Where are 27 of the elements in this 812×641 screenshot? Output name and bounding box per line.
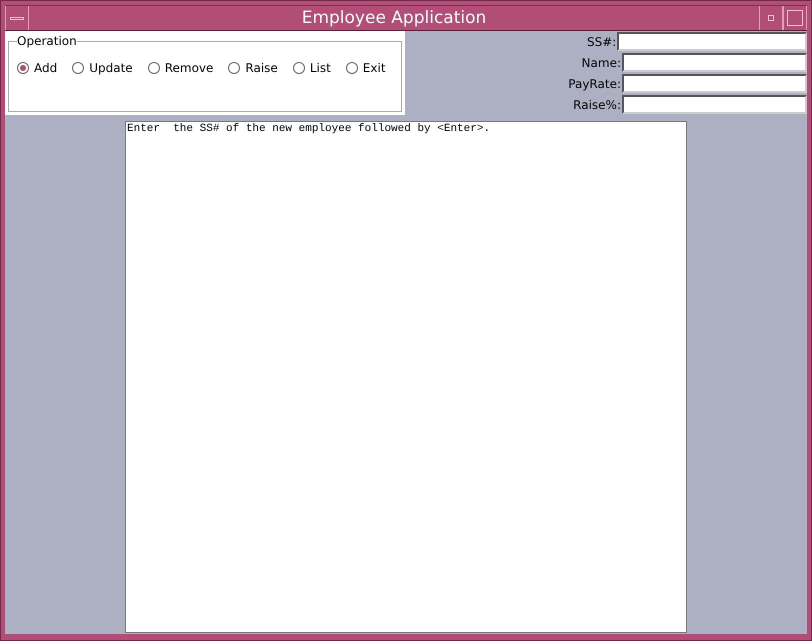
radio-option[interactable]: Add: [17, 61, 58, 75]
radio-option[interactable]: Exit: [346, 61, 386, 75]
radio-icon[interactable]: [346, 62, 358, 74]
radio-icon[interactable]: [292, 62, 305, 74]
radio-icon[interactable]: [148, 62, 160, 74]
instruction-text: Enter the SS# of the new employee followed by <Enter>.: [127, 123, 492, 135]
radio-icon[interactable]: [228, 62, 240, 74]
radio-option[interactable]: Raise: [228, 61, 278, 75]
field-label: Raise%:: [573, 98, 621, 112]
field-label: SS#:: [587, 34, 616, 48]
radio-icon[interactable]: [72, 62, 84, 74]
input-field[interactable]: [622, 95, 807, 114]
radio-icon[interactable]: [17, 62, 29, 74]
radio-option[interactable]: List: [292, 61, 331, 75]
maximize-button[interactable]: [783, 6, 807, 30]
field-label: Name:: [582, 56, 621, 70]
radio-option[interactable]: Remove: [148, 61, 214, 75]
input-field[interactable]: [622, 74, 807, 93]
window-title: Employee Application: [300, 8, 488, 28]
input-field[interactable]: [617, 32, 807, 51]
output-text-area[interactable]: Enter the SS# of the new employee followed by <Enter>.: [125, 121, 687, 633]
window-menu-button[interactable]: [5, 6, 29, 30]
input-field[interactable]: [622, 53, 807, 72]
field-label: PayRate:: [568, 76, 621, 90]
group-label: Operation: [17, 34, 77, 48]
minimize-button[interactable]: [759, 6, 783, 30]
radio-option[interactable]: Update: [72, 61, 133, 75]
